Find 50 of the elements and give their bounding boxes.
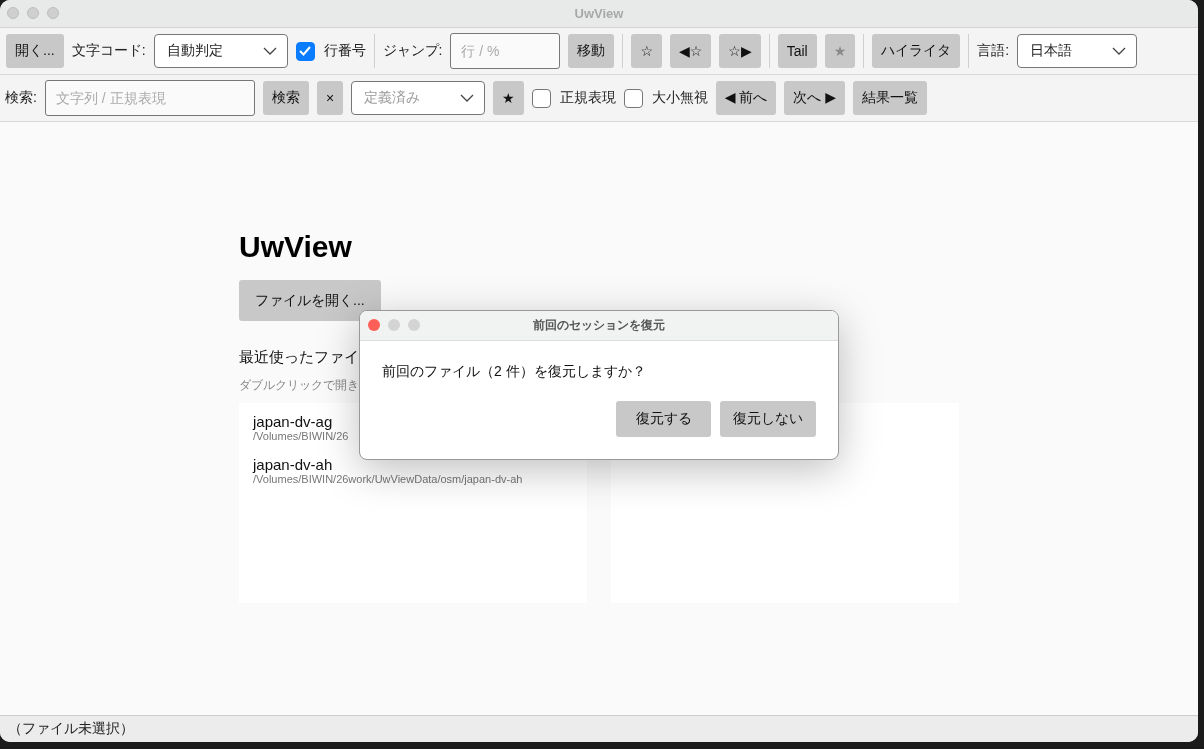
toolbar-button[interactable]: × [316,81,344,115]
close-icon[interactable] [7,7,19,19]
text-field[interactable]: 文字列 / 正規表現 [44,80,255,116]
checkbox-label: 行番号 [323,42,366,60]
window-title: UwView [574,6,624,21]
app-heading: UwView [239,230,353,264]
file-path: /Volumes/BIWIN/26 [253,430,350,442]
minimize-icon[interactable] [27,7,39,19]
minimize-icon[interactable] [388,319,400,331]
zoom-icon[interactable] [47,7,59,19]
toolbar-button[interactable]: ◀☆ [670,34,712,68]
checkbox[interactable] [623,88,643,108]
dropdown[interactable]: 自動判定 [153,34,288,68]
status-text: （ファイル未選択） [8,720,134,738]
open-file-button[interactable]: ファイルを開く... [239,280,381,321]
dialog-button[interactable]: 復元しない [720,401,816,437]
checkbox[interactable] [531,88,551,108]
toolbar-button[interactable]: 移動 [568,34,615,68]
field-label: 検索: [5,89,37,107]
checkbox[interactable] [295,41,315,61]
dropdown[interactable]: 日本語 [1017,34,1138,68]
close-icon[interactable] [368,319,380,331]
toolbar-button[interactable]: 検索 [262,81,309,115]
text-field[interactable]: 行 / % [450,33,561,69]
field-label: 文字コード: [71,42,146,60]
zoom-icon[interactable] [408,319,420,331]
dialog-title: 前回のセッションを復元 [533,317,665,334]
toolbar-button[interactable]: 開く... [6,34,64,68]
checkmark-icon [298,45,313,57]
file-path: /Volumes/BIWIN/26work/UwViewData/osm/japan-dv-ah [253,473,524,485]
field-label: ジャンプ: [382,42,443,60]
chevron-icon [460,94,475,102]
checkbox-label: 正規表現 [559,89,616,107]
chevron-icon [1112,47,1127,55]
toolbar-button[interactable]: ★ [493,81,524,115]
toolbar-button[interactable]: ◀ 前へ [715,81,777,115]
toolbar-button[interactable]: 次へ ▶ [784,81,845,115]
dialog-message: 前回のファイル（2 件）を復元しますか？ [381,362,647,381]
toolbar-button[interactable]: ☆▶ [719,34,761,68]
chevron-icon [262,47,277,55]
toolbar-button[interactable]: Tail [777,34,817,68]
checkbox-label: 大小無視 [651,89,708,107]
hint-text: ダブルクリックで開き [239,377,360,394]
file-name[interactable]: japan-dv-ah [253,456,573,473]
toolbar-button[interactable]: ハイライタ [872,34,961,68]
toolbar-button[interactable]: ☆ [631,34,662,68]
section-heading: 最近使ったファイ [239,348,360,367]
field-label: 言語: [977,42,1010,60]
toolbar-button[interactable]: 結果一覧 [852,81,927,115]
dialog-button[interactable]: 復元する [616,401,711,437]
